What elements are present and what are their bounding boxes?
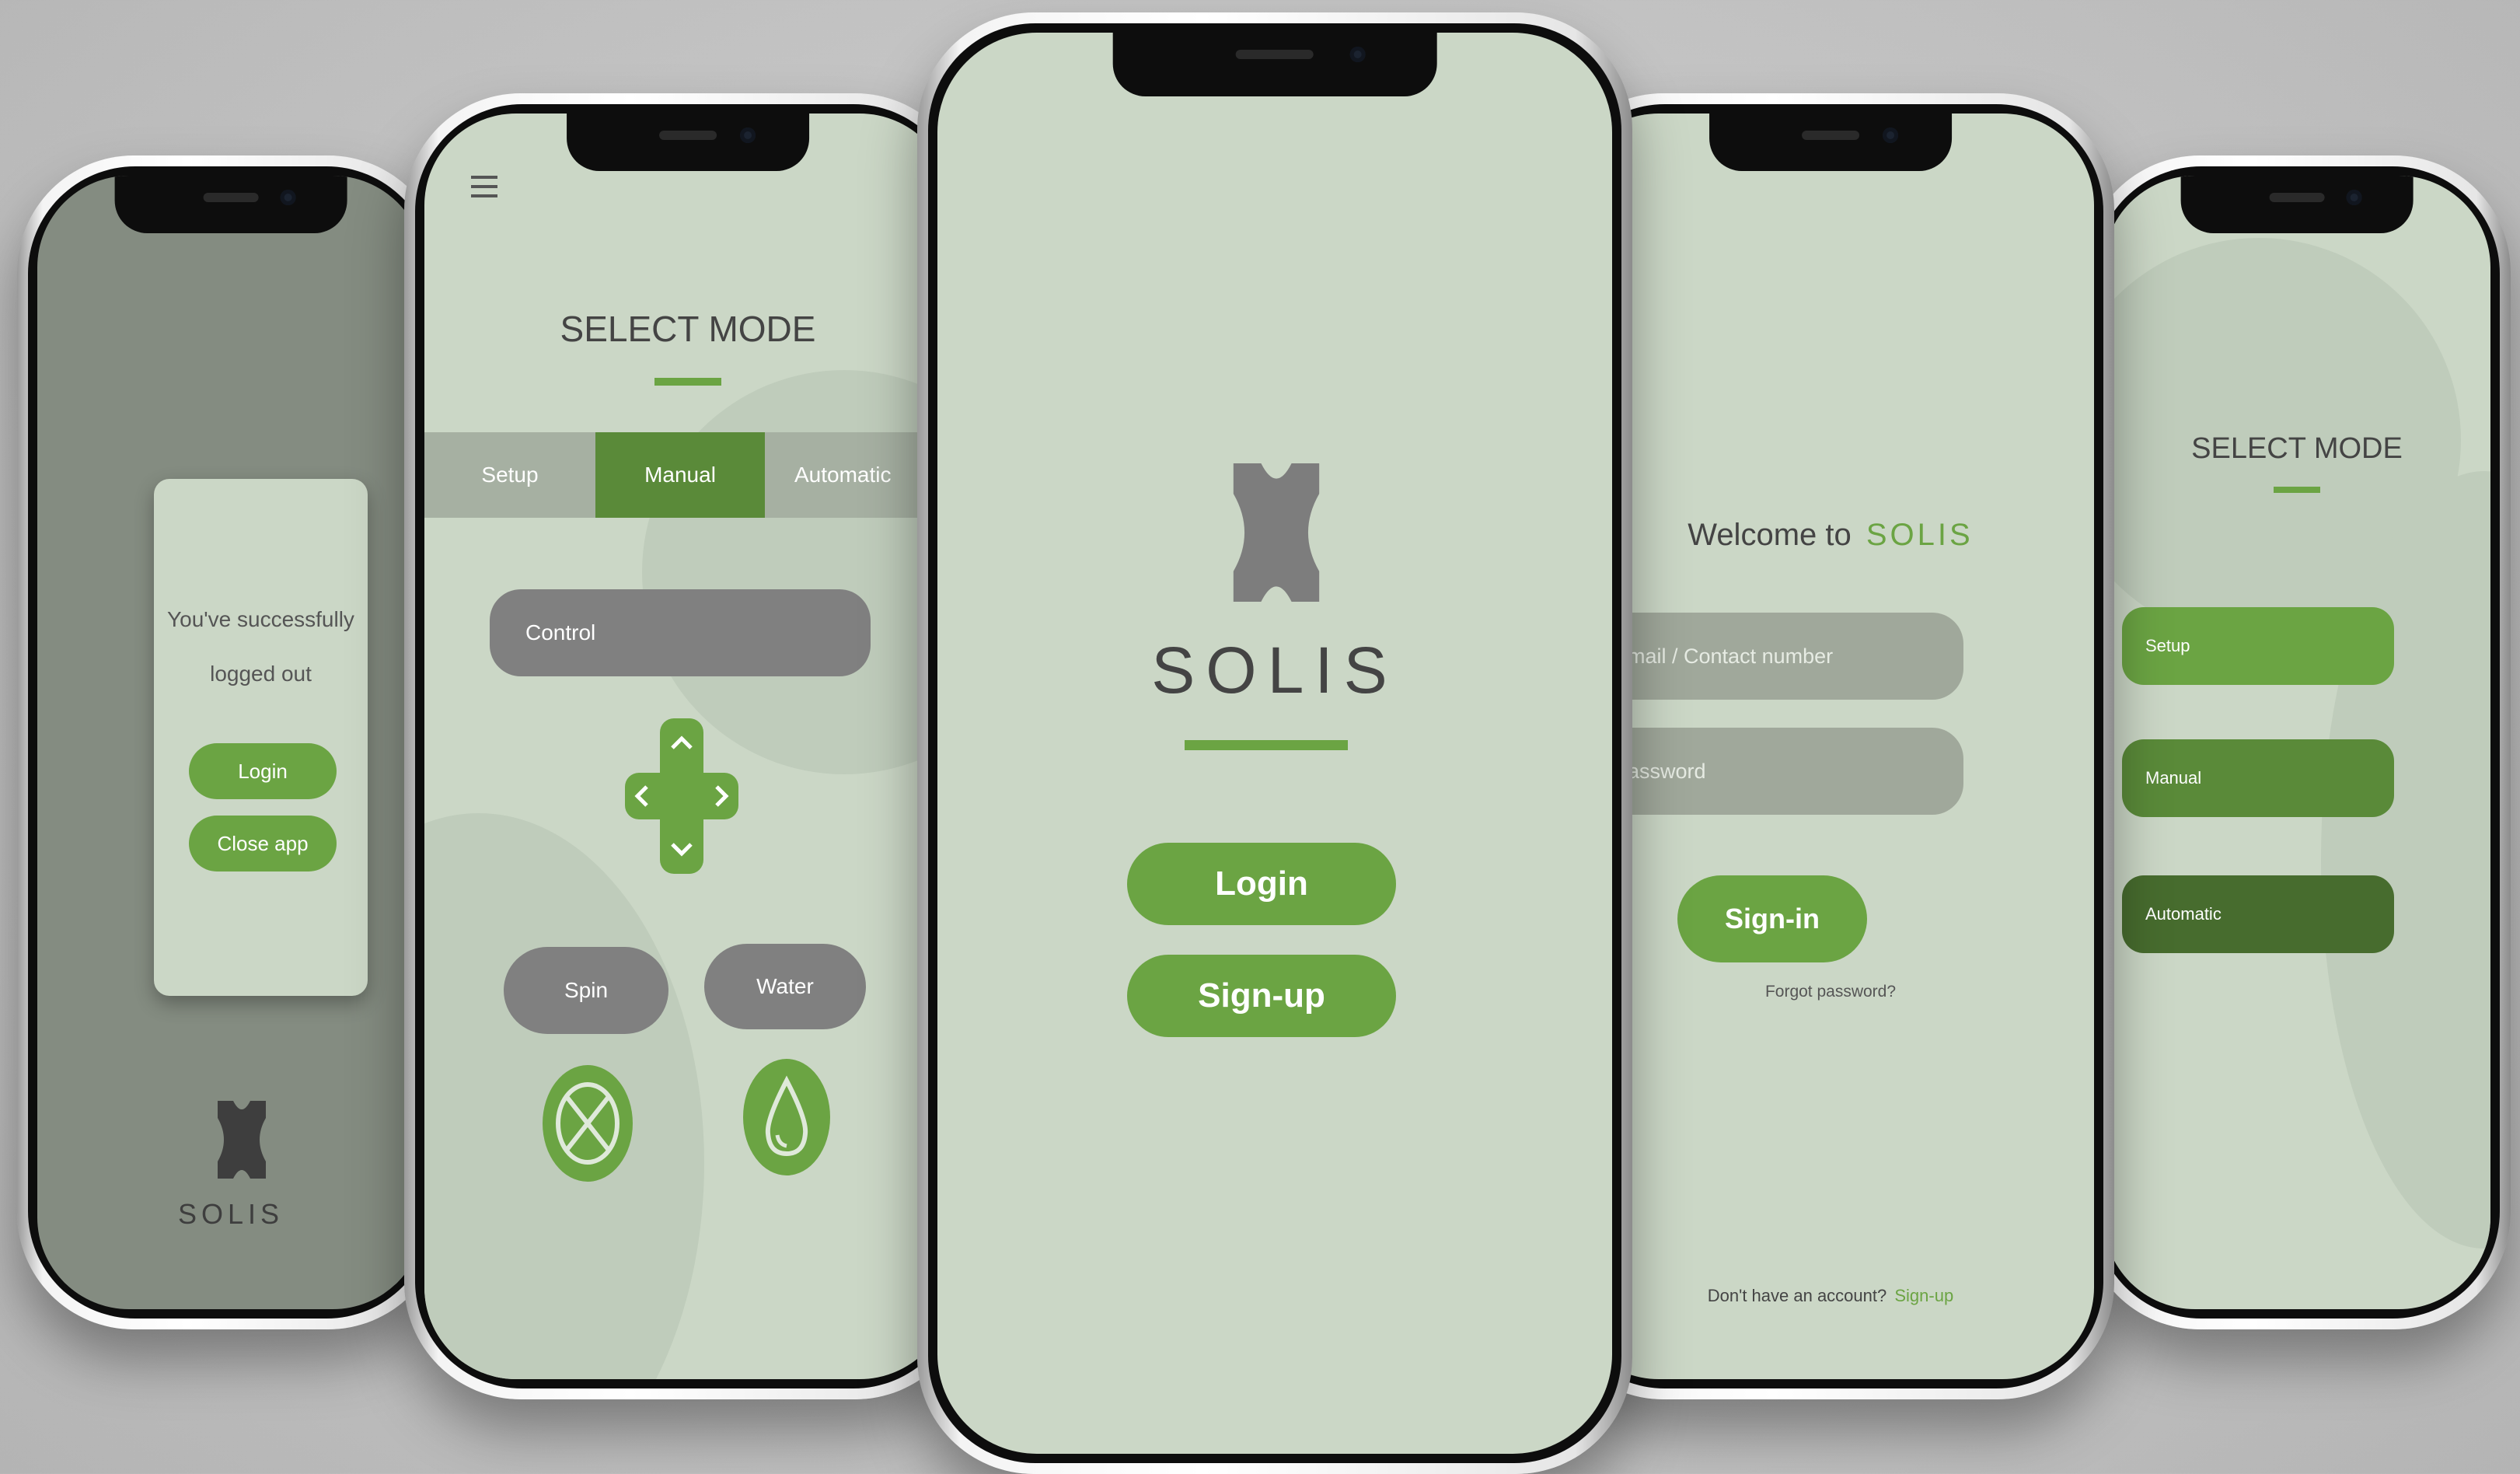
mode-tab-bar: Setup Manual Automatic bbox=[424, 432, 951, 518]
select-mode-list-screen: SELECT MODE Setup Manual Automatic bbox=[2103, 176, 2490, 1309]
close-app-button[interactable]: Close app bbox=[189, 816, 337, 871]
landing-screen: SOLIS Login Sign-up bbox=[937, 33, 1612, 1454]
manual-mode-button[interactable]: Manual bbox=[2122, 739, 2394, 817]
forgot-password-link[interactable]: Forgot password? bbox=[1567, 983, 2094, 1001]
spin-button[interactable]: Spin bbox=[504, 947, 668, 1034]
login-button[interactable]: Login bbox=[189, 743, 337, 799]
title-underline bbox=[2274, 487, 2320, 493]
logged-out-dialog: You've successfully logged out Login Clo… bbox=[154, 479, 368, 996]
tab-manual[interactable]: Manual bbox=[595, 432, 765, 518]
water-drop-icon[interactable] bbox=[743, 1059, 830, 1175]
automatic-mode-button[interactable]: Automatic bbox=[2122, 875, 2394, 953]
dpad-icon[interactable] bbox=[625, 718, 738, 874]
welcome-heading: Welcome to SOLIS bbox=[1567, 518, 2094, 553]
brand-underline bbox=[1185, 740, 1348, 750]
select-mode-title: SELECT MODE bbox=[560, 309, 816, 349]
setup-mode-button[interactable]: Setup bbox=[2122, 607, 2394, 685]
notch bbox=[2180, 176, 2414, 233]
phone-logged-out: You've successfully logged out Login Clo… bbox=[17, 155, 445, 1329]
water-button[interactable]: Water bbox=[704, 944, 866, 1029]
title-underline bbox=[654, 378, 721, 386]
phone-select-mode-list: SELECT MODE Setup Manual Automatic bbox=[2083, 155, 2511, 1329]
brand-text: SOLIS bbox=[177, 1198, 284, 1230]
logged-out-screen: You've successfully logged out Login Clo… bbox=[37, 176, 424, 1309]
phone-manual-control: SELECT MODE Setup Manual Automatic Contr… bbox=[404, 93, 972, 1399]
select-mode-title: SELECT MODE bbox=[2191, 432, 2403, 465]
tab-setup[interactable]: Setup bbox=[424, 432, 595, 518]
welcome-brand: SOLIS bbox=[1866, 518, 1974, 552]
no-account-text: Don't have an account? bbox=[1707, 1286, 1887, 1305]
brand-text: SOLIS bbox=[1151, 634, 1398, 707]
logged-out-message-line2: logged out bbox=[210, 662, 312, 686]
hamburger-icon[interactable] bbox=[471, 176, 497, 197]
notch bbox=[567, 114, 809, 171]
email-field[interactable]: Email / Contact number bbox=[1583, 613, 1963, 700]
control-field[interactable]: Control bbox=[490, 589, 871, 676]
login-button[interactable]: Login bbox=[1127, 843, 1396, 925]
manual-control-screen: SELECT MODE Setup Manual Automatic Contr… bbox=[424, 114, 951, 1379]
solis-logo-icon bbox=[1233, 463, 1320, 602]
welcome-prefix: Welcome to bbox=[1688, 518, 1852, 552]
sign-in-screen: Welcome to SOLIS Email / Contact number … bbox=[1567, 114, 2094, 1379]
sign-up-button[interactable]: Sign-up bbox=[1127, 955, 1396, 1037]
notch bbox=[1709, 114, 1952, 171]
notch bbox=[1112, 33, 1437, 96]
logged-out-message-line1: You've successfully bbox=[167, 607, 354, 631]
solis-logo-icon bbox=[218, 1101, 266, 1179]
sign-up-prompt: Don't have an account? Sign-up bbox=[1567, 1286, 2094, 1306]
password-field[interactable]: Password bbox=[1583, 728, 1963, 815]
sign-up-link[interactable]: Sign-up bbox=[1894, 1286, 1953, 1305]
notch bbox=[114, 176, 347, 233]
phone-landing: SOLIS Login Sign-up bbox=[917, 12, 1632, 1474]
sign-in-button[interactable]: Sign-in bbox=[1677, 875, 1867, 962]
spin-icon[interactable] bbox=[543, 1065, 633, 1182]
